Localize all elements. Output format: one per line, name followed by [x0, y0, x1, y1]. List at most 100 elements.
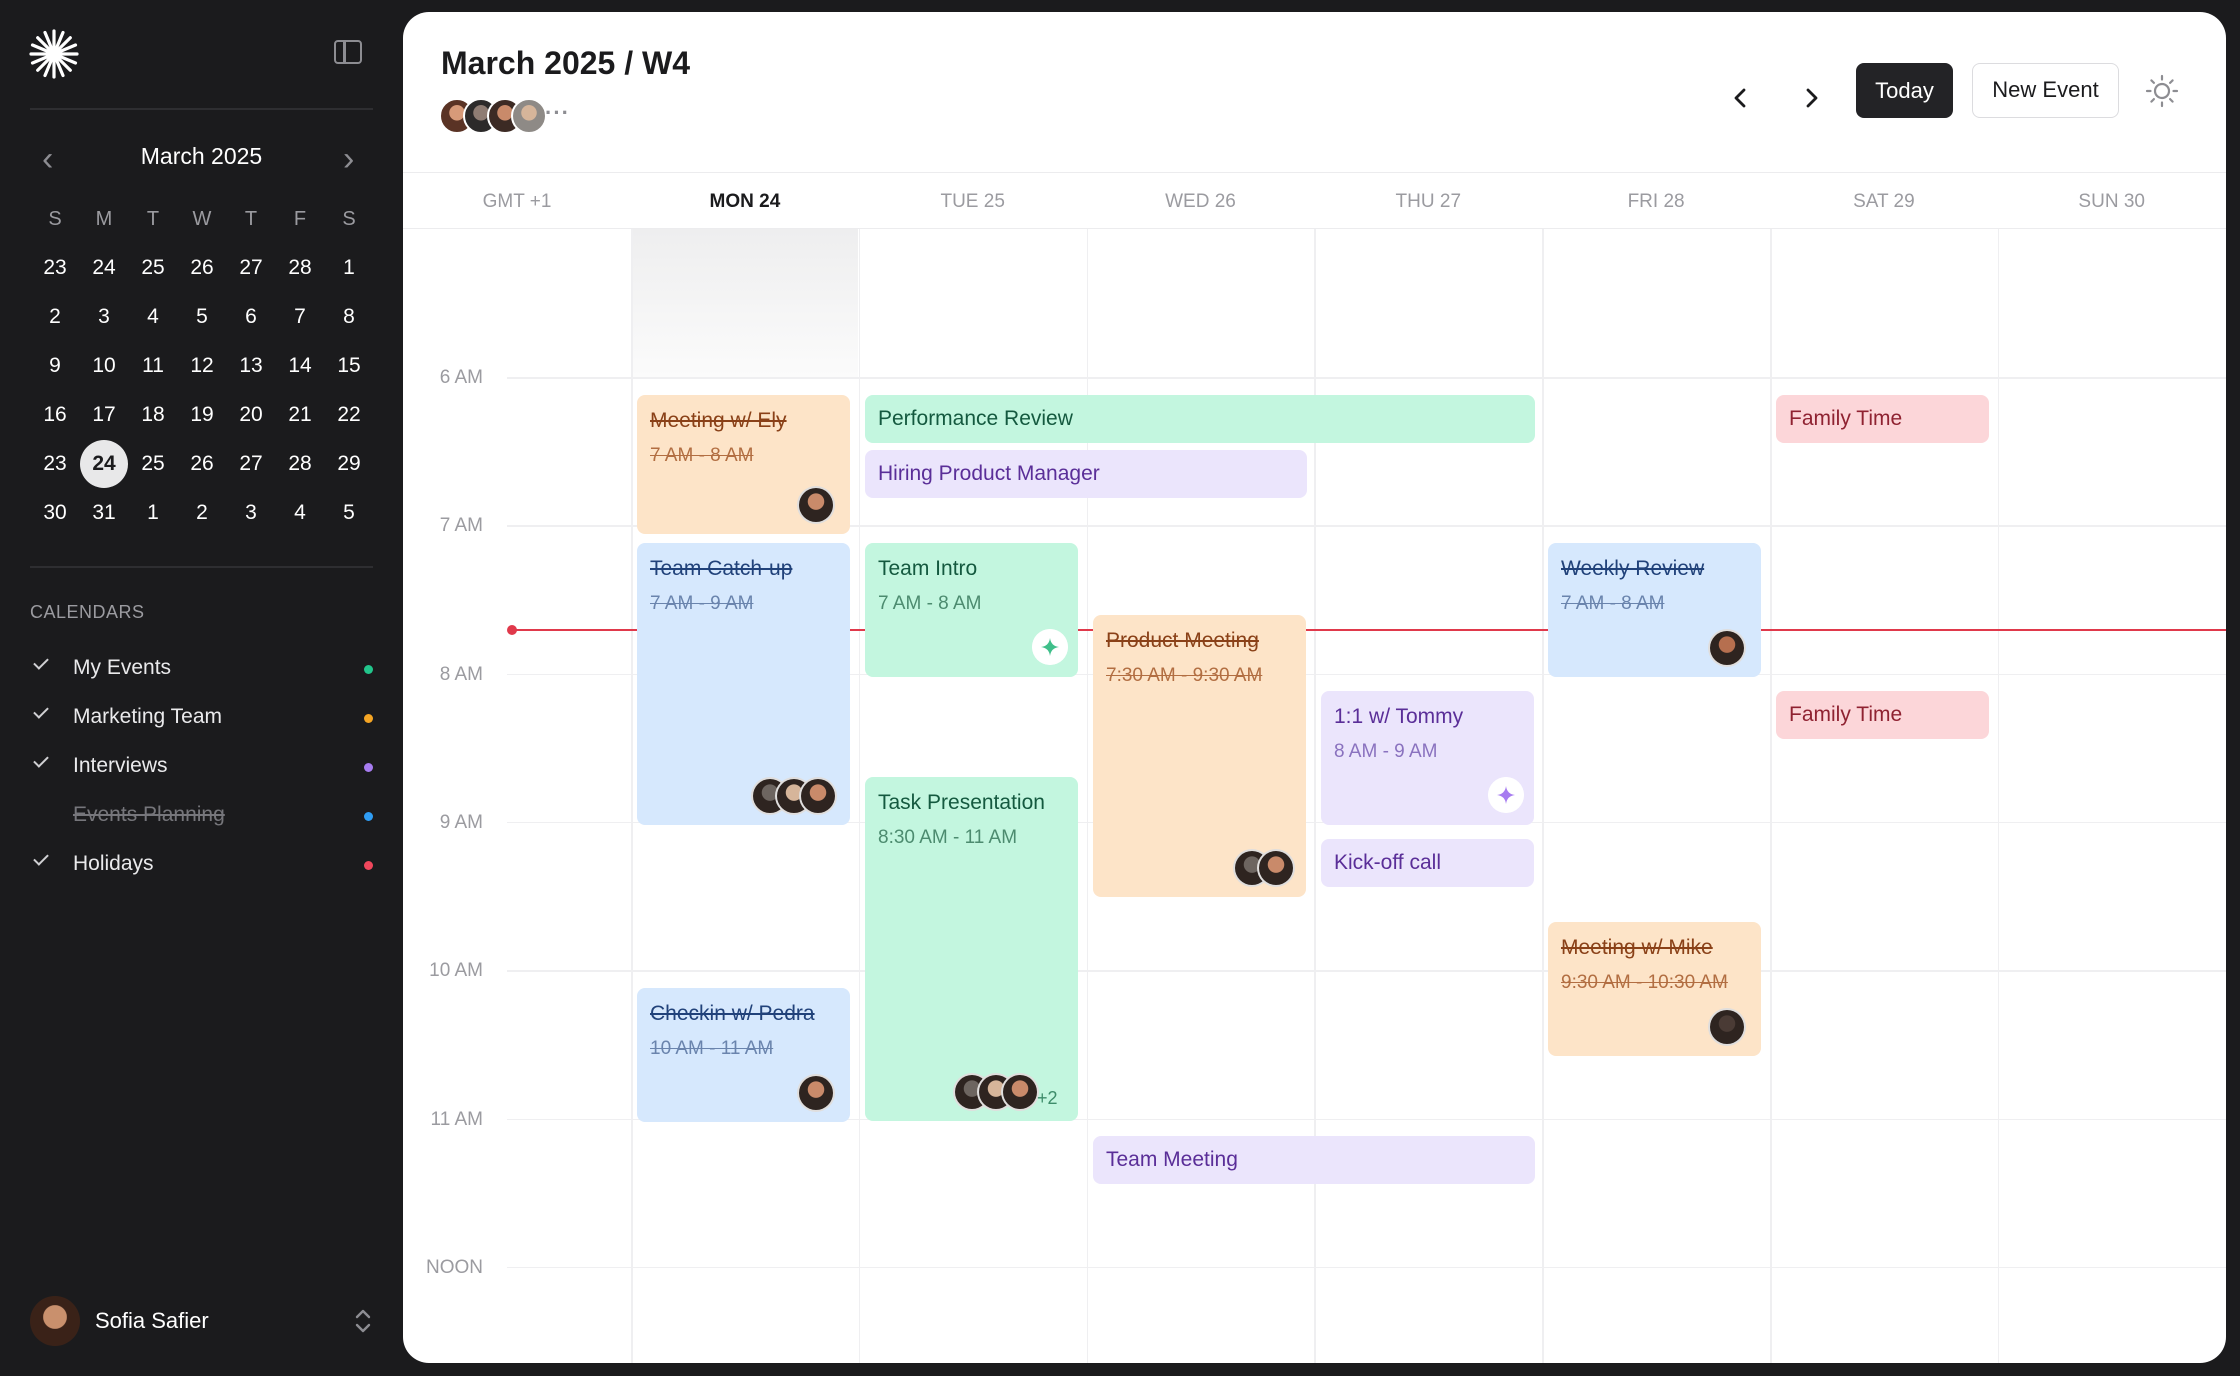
- checkmark-icon[interactable]: [33, 703, 49, 719]
- day-header[interactable]: MON 24: [631, 191, 859, 213]
- mini-calendar-day[interactable]: 28: [276, 244, 324, 292]
- new-event-button[interactable]: New Event: [1972, 63, 2119, 118]
- mini-calendar-day[interactable]: 20: [227, 391, 275, 439]
- calendar-item[interactable]: Interviews: [30, 748, 375, 788]
- calendar-event[interactable]: Checkin w/ Pedra 10 AM - 11 AM: [637, 988, 850, 1122]
- calendar-event[interactable]: Team Meeting: [1093, 1136, 1535, 1184]
- divider: [30, 566, 373, 568]
- event-time: 7 AM - 8 AM: [1561, 593, 1665, 614]
- mini-calendar-day[interactable]: 10: [80, 342, 128, 390]
- mini-calendar-day[interactable]: 31: [80, 489, 128, 537]
- mini-calendar-day[interactable]: 27: [227, 244, 275, 292]
- calendar-event[interactable]: Hiring Product Manager: [865, 450, 1307, 498]
- mini-calendar-day[interactable]: 23: [31, 440, 79, 488]
- mini-calendar-day[interactable]: 29: [325, 440, 373, 488]
- day-header[interactable]: FRI 28: [1542, 191, 1770, 213]
- mini-calendar-day[interactable]: 5: [178, 293, 226, 341]
- calendar-item[interactable]: Marketing Team: [30, 699, 375, 739]
- theme-toggle-sun-icon[interactable]: [2145, 74, 2179, 108]
- mini-calendar-day[interactable]: 16: [31, 391, 79, 439]
- mini-calendar-day[interactable]: 4: [276, 489, 324, 537]
- event-time: 9:30 AM - 10:30 AM: [1561, 972, 1728, 993]
- event-time: 7 AM - 8 AM: [650, 445, 754, 466]
- calendar-color-dot: [364, 763, 373, 772]
- mini-calendar-day[interactable]: 3: [227, 489, 275, 537]
- mini-calendar-day[interactable]: 4: [129, 293, 177, 341]
- sidebar: ‹ March 2025 › S M T W T F S 23 24 25 26 27 28 1 2 3 4 5 6…: [0, 0, 403, 1376]
- day-header[interactable]: WED 26: [1087, 191, 1315, 213]
- weekday-label: M: [95, 208, 113, 230]
- mini-calendar-day[interactable]: 25: [129, 440, 177, 488]
- calendar-event[interactable]: Performance Review: [865, 395, 1535, 443]
- mini-calendar-day[interactable]: 1: [325, 244, 373, 292]
- avatar: [1708, 1008, 1746, 1046]
- calendar-event[interactable]: Task Presentation 8:30 AM - 11 AM +2: [865, 777, 1078, 1121]
- mini-calendar-day[interactable]: 13: [227, 342, 275, 390]
- mini-calendar-day[interactable]: 3: [80, 293, 128, 341]
- calendar-event[interactable]: Family Time: [1776, 395, 1989, 443]
- mini-calendar-day[interactable]: 9: [31, 342, 79, 390]
- avatar: [1001, 1073, 1039, 1111]
- day-header[interactable]: SUN 30: [1998, 191, 2226, 213]
- mini-calendar-day[interactable]: 21: [276, 391, 324, 439]
- calendar-event[interactable]: Kick-off call: [1321, 839, 1534, 887]
- app-logo-icon[interactable]: [28, 28, 80, 80]
- day-header[interactable]: TUE 25: [859, 191, 1087, 213]
- mini-calendar-day[interactable]: 6: [227, 293, 275, 341]
- week-grid[interactable]: 6 AM 7 AM 8 AM 9 AM 10 AM 11 AM NOON Meeting w…: [403, 229, 2226, 1363]
- day-header[interactable]: SAT 29: [1770, 191, 1998, 213]
- today-button[interactable]: Today: [1856, 63, 1953, 118]
- mini-calendar-day[interactable]: 19: [178, 391, 226, 439]
- mini-calendar-day[interactable]: 7: [276, 293, 324, 341]
- calendar-item[interactable]: Holidays: [30, 846, 375, 886]
- event-time: 7 AM - 8 AM: [878, 593, 982, 614]
- day-header[interactable]: THU 27: [1314, 191, 1542, 213]
- mini-calendar-day[interactable]: 8: [325, 293, 373, 341]
- checkmark-icon[interactable]: [33, 654, 49, 670]
- user-profile[interactable]: Sofia Safier: [30, 1296, 375, 1346]
- calendar-event[interactable]: Meeting w/ Ely 7 AM - 8 AM: [637, 395, 850, 534]
- mini-calendar-day[interactable]: 14: [276, 342, 324, 390]
- mini-calendar-day[interactable]: 24: [80, 440, 128, 488]
- mini-calendar-day[interactable]: 25: [129, 244, 177, 292]
- mini-calendar-day[interactable]: 2: [31, 293, 79, 341]
- calendar-event[interactable]: Weekly Review 7 AM - 8 AM: [1548, 543, 1761, 677]
- calendar-item[interactable]: My Events: [30, 650, 375, 690]
- checkmark-icon[interactable]: [33, 850, 49, 866]
- mini-calendar-day[interactable]: 27: [227, 440, 275, 488]
- mini-calendar-day[interactable]: 26: [178, 244, 226, 292]
- mini-calendar-day[interactable]: 1: [129, 489, 177, 537]
- calendar-event[interactable]: Product Meeting 7:30 AM - 9:30 AM: [1093, 615, 1306, 897]
- mini-calendar-day[interactable]: 15: [325, 342, 373, 390]
- ai-sparkle-icon[interactable]: [1488, 777, 1524, 813]
- sidebar-toggle-icon[interactable]: [334, 40, 362, 64]
- mini-calendar-day[interactable]: 23: [31, 244, 79, 292]
- avatar: [799, 777, 837, 815]
- mini-calendar-day[interactable]: 11: [129, 342, 177, 390]
- checkmark-icon[interactable]: [33, 752, 49, 768]
- calendar-item[interactable]: Events Planning: [30, 797, 375, 837]
- event-title: Team Intro: [878, 557, 978, 580]
- calendar-event[interactable]: Team Catch-up 7 AM - 9 AM: [637, 543, 850, 825]
- next-month-icon[interactable]: ›: [343, 142, 354, 176]
- calendar-event[interactable]: Meeting w/ Mike 9:30 AM - 10:30 AM: [1548, 922, 1761, 1056]
- mini-calendar-day[interactable]: 30: [31, 489, 79, 537]
- more-participants[interactable]: ···: [545, 100, 570, 126]
- calendar-event[interactable]: Team Intro 7 AM - 8 AM: [865, 543, 1078, 677]
- event-time: 8 AM - 9 AM: [1334, 741, 1438, 762]
- mini-calendar-day[interactable]: 24: [80, 244, 128, 292]
- mini-calendar-day[interactable]: 5: [325, 489, 373, 537]
- mini-calendar-day[interactable]: 2: [178, 489, 226, 537]
- chevron-up-down-icon[interactable]: [353, 1306, 373, 1336]
- ai-sparkle-icon[interactable]: [1032, 629, 1068, 665]
- mini-calendar-day[interactable]: 18: [129, 391, 177, 439]
- calendar-event[interactable]: Family Time: [1776, 691, 1989, 739]
- mini-calendar-day[interactable]: 28: [276, 440, 324, 488]
- mini-calendar-day[interactable]: 26: [178, 440, 226, 488]
- calendar-event[interactable]: 1:1 w/ Tommy 8 AM - 9 AM: [1321, 691, 1534, 825]
- mini-calendar-day[interactable]: 22: [325, 391, 373, 439]
- mini-calendar-day[interactable]: 12: [178, 342, 226, 390]
- prev-week-button[interactable]: [1721, 78, 1761, 118]
- mini-calendar-day[interactable]: 17: [80, 391, 128, 439]
- next-week-button[interactable]: [1791, 78, 1831, 118]
